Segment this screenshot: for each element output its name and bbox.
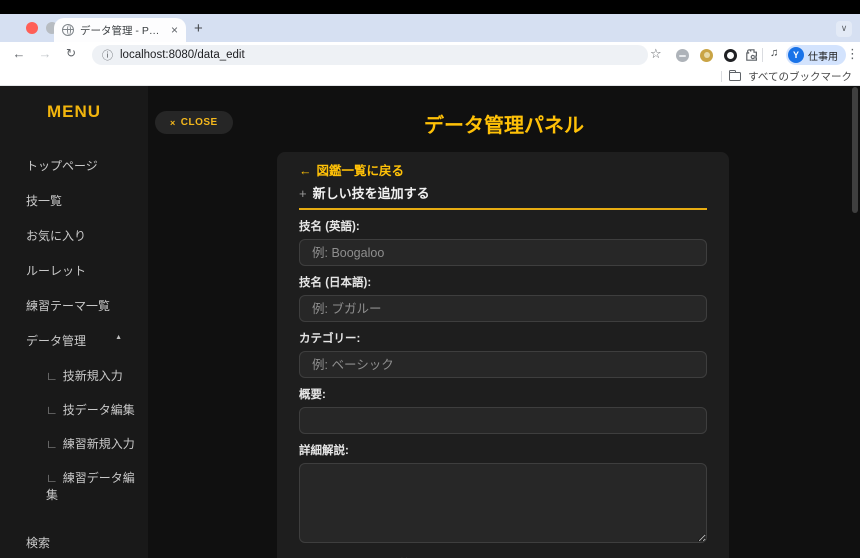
back-link-label: 図鑑一覧に戻る (316, 164, 405, 178)
bookmarks-bar: すべてのブックマーク (0, 68, 860, 86)
tab-strip: データ管理 - POPダンス図鑑 × + ∨ (0, 14, 860, 42)
page-content: MENU トップページ 技一覧 お気に入り ルーレット 練習テーマ一覧 データ管… (0, 86, 860, 558)
sidebar-subitem-label: 練習データ編集 (46, 470, 135, 502)
sidebar-item-label: お気に入り (26, 229, 87, 243)
reload-button[interactable]: ↻ (62, 46, 80, 60)
form-heading-label: 新しい技を追加する (312, 186, 430, 201)
folder-icon (728, 69, 742, 81)
tab-search-chevron-icon[interactable]: ∨ (836, 21, 852, 37)
branch-icon: ∟ (46, 368, 58, 383)
toolbar-divider (762, 48, 763, 62)
page-title: データ管理パネル (424, 115, 584, 137)
all-bookmarks-button[interactable]: すべてのブックマーク (748, 69, 852, 84)
sidebar-item-label: 練習テーマ一覧 (26, 299, 111, 313)
branch-icon: ∟ (46, 470, 58, 485)
sidebar-item-label: 検索 (26, 536, 51, 550)
sidebar-subitem-practice-new[interactable]: ∟ 練習新規入力 (0, 426, 148, 460)
sidebar-subitem-label: 練習新規入力 (62, 436, 135, 451)
browser-window: データ管理 - POPダンス図鑑 × + ∨ ← → ↻ ⓘ localhost… (0, 0, 860, 558)
close-window-button[interactable] (26, 22, 38, 34)
new-tab-button[interactable]: + (194, 21, 203, 36)
field-name-en: 技名 (英語): (299, 221, 707, 266)
detail-textarea[interactable] (299, 463, 707, 543)
bookmarks-divider (721, 71, 723, 82)
sidebar-item-search[interactable]: 検索 (0, 525, 148, 558)
sidebar-item-top-page[interactable]: トップページ (0, 148, 148, 183)
sidebar-item-waza-list[interactable]: 技一覧 (0, 183, 148, 218)
field-category: カテゴリー: (299, 333, 707, 378)
page-scrollbar[interactable] (852, 86, 858, 558)
browser-toolbar: ← → ↻ ⓘ localhost:8080/data_edit ☆ ♫ Y 仕… (0, 42, 860, 68)
sidebar-subitem-practice-edit[interactable]: ∟ 練習データ編集 (0, 460, 148, 511)
forward-button: → (38, 46, 52, 61)
name-ja-input[interactable] (299, 295, 707, 322)
sidebar-item-roulette[interactable]: ルーレット (0, 253, 148, 288)
left-arrow-icon: ← (299, 164, 312, 178)
extension-icon[interactable] (676, 49, 689, 62)
back-button[interactable]: ← (10, 46, 28, 61)
sidebar-subitem-waza-new[interactable]: ∟ 技新規入力 (0, 358, 148, 392)
profile-chip[interactable]: Y 仕事用 (786, 45, 846, 65)
field-label: カテゴリー: (299, 333, 361, 345)
main-content: × CLOSE データ管理パネル ← 図鑑一覧に戻る + 新しい技を追加する 技名 … (148, 86, 860, 558)
bookmark-star-icon[interactable]: ☆ (650, 46, 662, 62)
sidebar-item-label: データ管理 (26, 334, 87, 348)
globe-favicon-icon (62, 24, 74, 36)
sidebar-item-label: 技一覧 (26, 194, 63, 208)
field-label: 技名 (日本語): (299, 277, 372, 289)
add-waza-form-card: ← 図鑑一覧に戻る + 新しい技を追加する 技名 (英語): 技名 (日本語): カ… (277, 152, 729, 558)
sidebar-subitem-waza-edit[interactable]: ∟ 技データ編集 (0, 392, 148, 426)
sidebar-item-label: ルーレット (26, 264, 87, 278)
sidebar-item-data-management[interactable]: データ管理 ▲ (0, 323, 148, 358)
sidebar-subitem-label: 技データ編集 (62, 402, 135, 417)
url-text[interactable]: localhost:8080/data_edit (120, 49, 245, 61)
extensions-puzzle-icon[interactable] (745, 48, 759, 67)
browser-tab[interactable]: データ管理 - POPダンス図鑑 × (54, 18, 186, 42)
tab-close-icon[interactable]: × (171, 23, 178, 37)
site-info-icon[interactable]: ⓘ (102, 47, 113, 63)
sidebar-menu: トップページ 技一覧 お気に入り ルーレット 練習テーマ一覧 データ管理 ▲ ∟… (0, 148, 148, 558)
sidebar-item-favorites[interactable]: お気に入り (0, 218, 148, 253)
field-name-ja: 技名 (日本語): (299, 277, 707, 322)
field-label: 詳細解説: (299, 445, 349, 457)
sidebar-item-label: トップページ (26, 159, 98, 173)
sidebar-title: MENU (46, 102, 102, 121)
field-label: 概要: (299, 389, 326, 401)
sidebar: MENU トップページ 技一覧 お気に入り ルーレット 練習テーマ一覧 データ管… (0, 86, 148, 558)
branch-icon: ∟ (46, 402, 58, 417)
category-input[interactable] (299, 351, 707, 378)
name-en-input[interactable] (299, 239, 707, 266)
media-controls-icon[interactable]: ♫ (770, 47, 778, 59)
branch-icon: ∟ (46, 436, 58, 451)
summary-input[interactable] (299, 407, 707, 434)
field-summary: 概要: (299, 389, 707, 434)
browser-menu-icon[interactable]: ⋮ (846, 46, 859, 62)
form-heading: + 新しい技を追加する (299, 186, 707, 210)
sidebar-subitem-label: 技新規入力 (62, 368, 123, 383)
collapse-triangle-icon[interactable]: ▲ (115, 334, 122, 341)
tab-title: データ管理 - POPダンス図鑑 (80, 24, 165, 37)
back-to-zukan-link[interactable]: ← 図鑑一覧に戻る (299, 163, 707, 179)
window-top-strip (0, 0, 860, 14)
scrollbar-thumb[interactable] (852, 87, 858, 213)
profile-avatar: Y (788, 47, 804, 63)
extension-icon[interactable] (700, 49, 713, 62)
extension-icon[interactable] (724, 49, 737, 62)
sidebar-item-practice-themes[interactable]: 練習テーマ一覧 (0, 288, 148, 323)
field-detail: 詳細解説: (299, 445, 707, 548)
address-bar[interactable]: ⓘ localhost:8080/data_edit (92, 45, 648, 65)
plus-icon: + (299, 186, 307, 201)
field-label: 技名 (英語): (299, 221, 360, 233)
profile-name: 仕事用 (808, 51, 838, 63)
